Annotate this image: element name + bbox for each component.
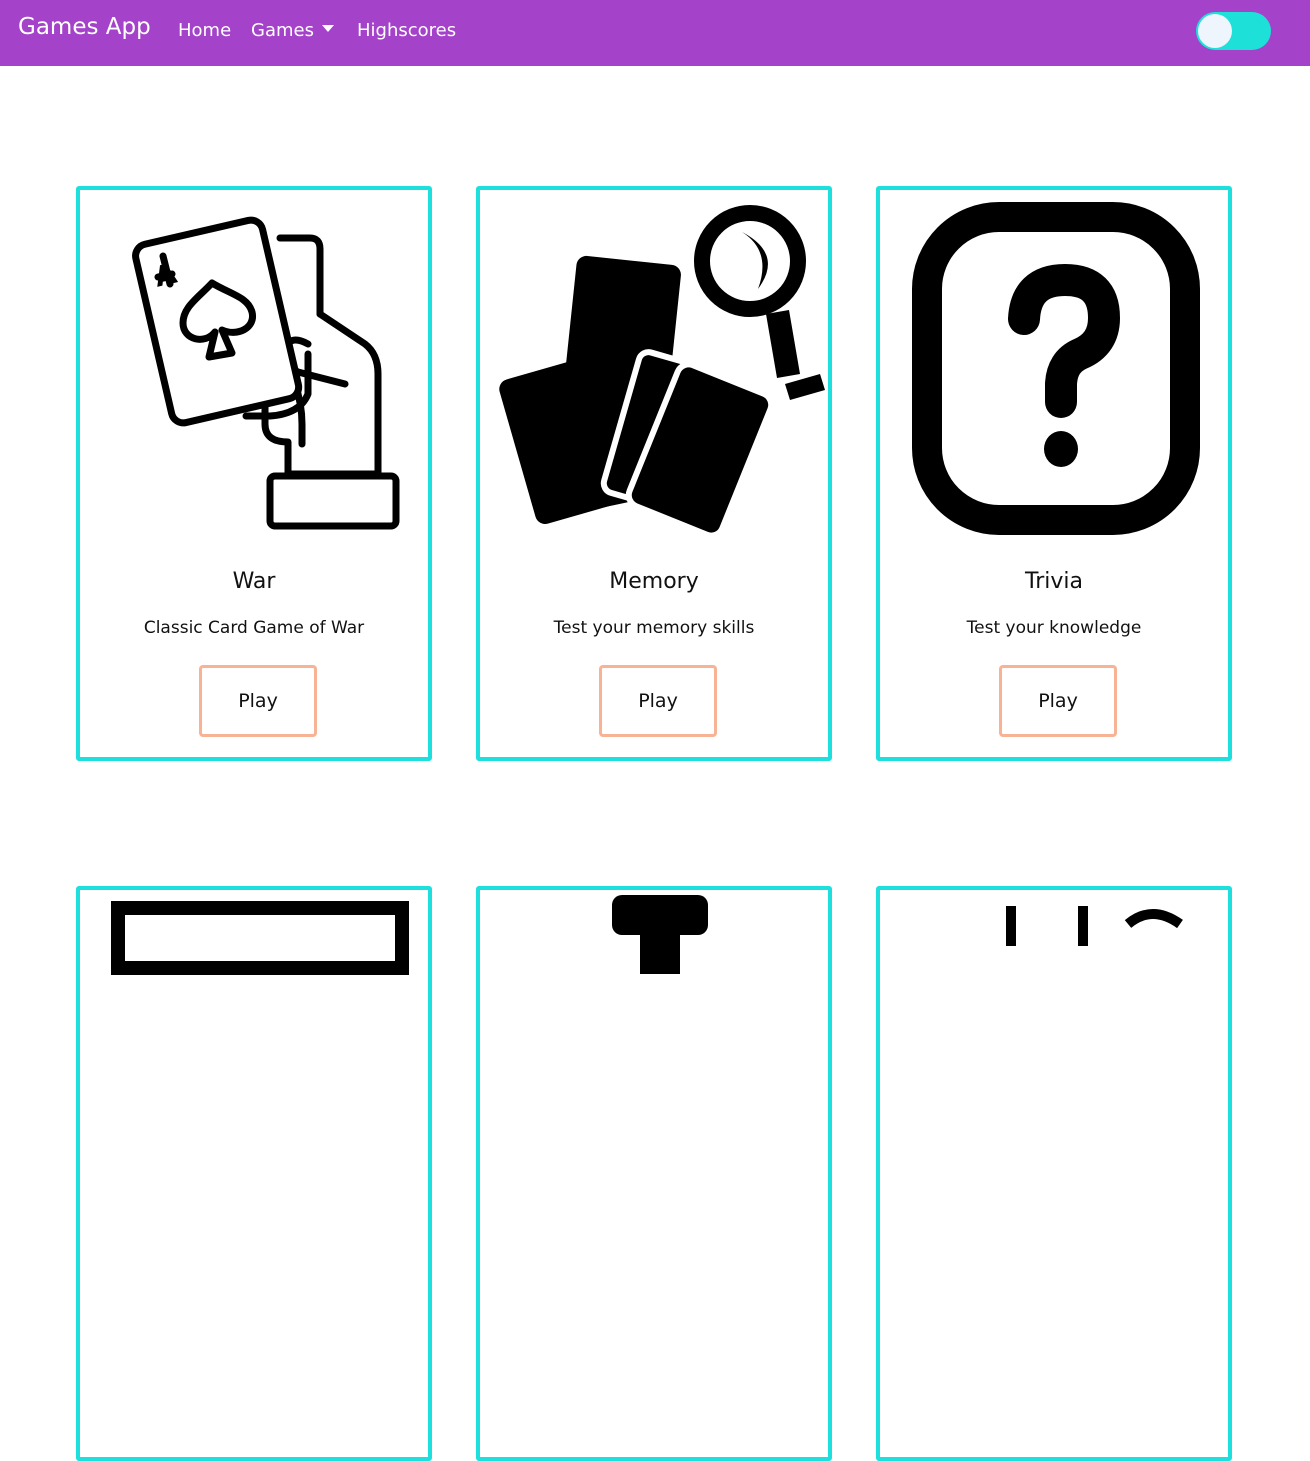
toggle-knob xyxy=(1198,14,1232,48)
play-button-memory[interactable]: Play xyxy=(599,665,717,737)
game-card-war: A War Classic Card Game of War Play xyxy=(76,186,432,761)
card-title: Memory xyxy=(609,569,699,594)
nav-highscores[interactable]: Highscores xyxy=(357,20,456,41)
card-description: Classic Card Game of War xyxy=(143,618,365,638)
game-card-partial xyxy=(476,886,832,1461)
card-description: Test your memory skills xyxy=(553,618,755,638)
caret-down-icon xyxy=(321,25,334,32)
card-title: Trivia xyxy=(1025,569,1083,594)
game-card-trivia: Trivia Test your knowledge Play xyxy=(876,186,1232,761)
nav-games-label: Games xyxy=(251,20,314,41)
partial-icon xyxy=(612,895,708,974)
play-button-war[interactable]: Play xyxy=(199,665,317,737)
partial-icon xyxy=(1006,906,1183,946)
card-title: War xyxy=(232,569,276,594)
nav-games-dropdown[interactable]: Games xyxy=(251,20,334,41)
play-button-trivia[interactable]: Play xyxy=(999,665,1117,737)
game-card-partial xyxy=(876,886,1232,1461)
theme-toggle[interactable] xyxy=(1196,12,1271,50)
hand-holding-ace-of-spades-icon: A xyxy=(132,216,400,530)
question-mark-box-icon xyxy=(912,202,1200,535)
cards-with-magnifying-glass-icon xyxy=(499,205,825,539)
brand-link[interactable]: Games App xyxy=(18,14,151,40)
navbar: Games App Home Games Highscores xyxy=(0,0,1310,66)
game-card-partial xyxy=(76,886,432,1461)
nav-home[interactable]: Home xyxy=(178,20,231,41)
partial-icon xyxy=(111,901,409,975)
game-card-memory: Memory Test your memory skills Play xyxy=(476,186,832,761)
card-description: Test your knowledge xyxy=(966,618,1142,638)
